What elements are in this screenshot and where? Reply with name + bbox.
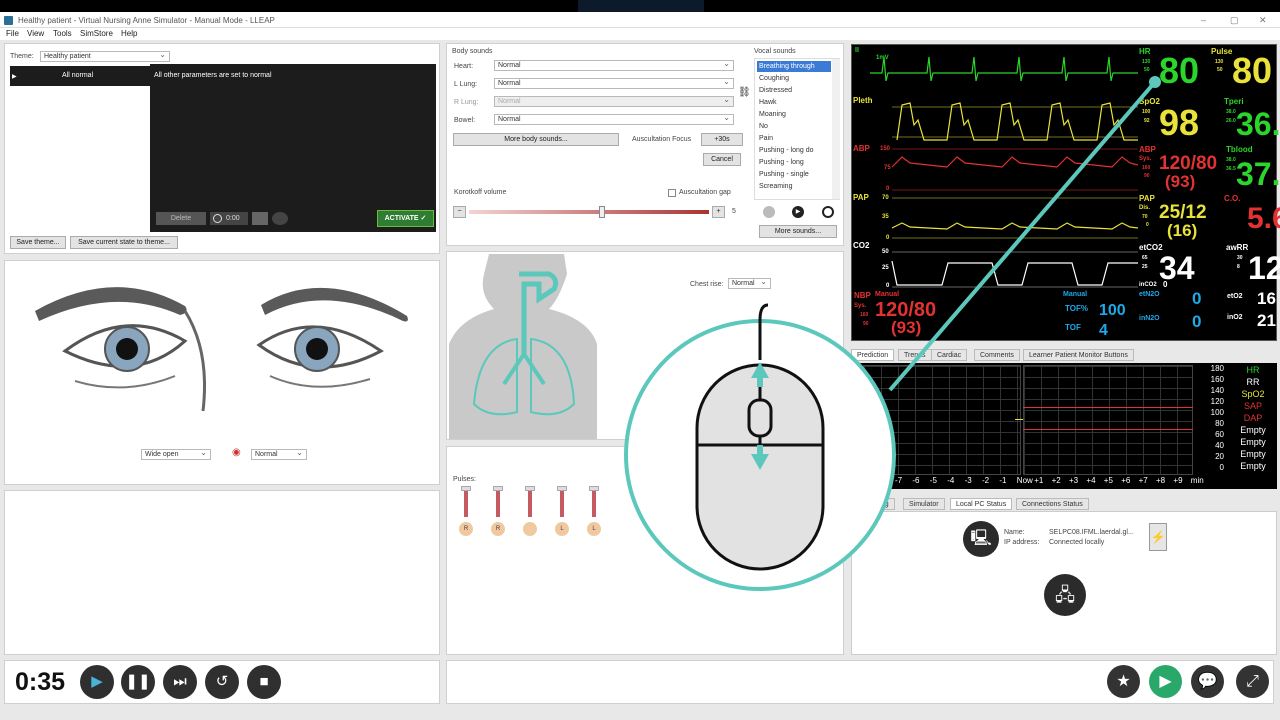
pulse-tube	[592, 487, 596, 517]
pulse-site-2[interactable]: R	[491, 522, 505, 536]
pulse-tube	[464, 487, 468, 517]
clock-icon[interactable]	[272, 212, 288, 225]
pulse-tube	[496, 487, 500, 517]
pulse-site-5[interactable]: L	[587, 522, 601, 536]
eyes-illustration[interactable]	[25, 271, 425, 421]
stopwatch-icon	[213, 214, 222, 223]
chat-button[interactable]: 💬	[1191, 665, 1224, 698]
fullscreen-icon: ⤢	[1246, 673, 1259, 690]
menu-file[interactable]: File	[6, 29, 19, 38]
theme-panel: Theme: Healthy patient All normal ▶ All …	[4, 43, 440, 254]
minimize-button[interactable]: –	[1201, 15, 1206, 25]
eye-pupil-icon: ◉	[232, 447, 241, 458]
theme-description: All other parameters are set to normal	[154, 72, 272, 79]
skip-icon: ⏭	[173, 673, 187, 690]
pulses-title: Pulses:	[453, 476, 476, 483]
pulse-site-1[interactable]: R	[459, 522, 473, 536]
skip-button[interactable]: ⏭	[163, 665, 197, 699]
more-body-sounds-button[interactable]: More body sounds...	[453, 133, 619, 146]
fullscreen-button[interactable]: ⤢	[1236, 665, 1269, 698]
eyes-open-select[interactable]: Wide open	[141, 448, 211, 460]
mouse-scroll-overlay	[624, 76, 1161, 591]
video-button[interactable]: ▶	[1149, 665, 1182, 698]
pulse-cap	[525, 486, 535, 491]
theme-list-item[interactable]: All normal	[10, 66, 150, 86]
pulse-label: Pulse	[1211, 47, 1233, 56]
theme-list	[10, 64, 150, 232]
vocal-sounds-title: Vocal sounds	[754, 48, 796, 55]
reset-icon: ↺	[215, 673, 229, 690]
theme-state-area: All normal ▶ All other parameters are se…	[10, 64, 436, 232]
stop-button[interactable]: ■	[247, 665, 281, 699]
l-lung-label: L Lung:	[454, 81, 478, 88]
korotkoff-label: Korotkoff volume	[454, 189, 507, 196]
reset-button[interactable]: ↺	[205, 665, 239, 699]
close-button[interactable]: ✕	[1259, 15, 1267, 26]
volume-down-button[interactable]: −	[453, 206, 466, 218]
delete-button[interactable]: Delete	[156, 212, 206, 225]
eyes-panel: Wide open ◉ Normal	[4, 260, 440, 485]
r-lung-label: R Lung:	[454, 99, 479, 106]
elapsed-time: 0:35	[15, 668, 66, 696]
star-button[interactable]: ★	[1107, 665, 1140, 698]
window-title: Healthy patient - Virtual Nursing Anne S…	[18, 16, 275, 25]
pulse-cap	[461, 486, 471, 491]
timer-option-button[interactable]	[252, 212, 268, 225]
chat-icon: 💬	[1197, 673, 1218, 690]
menu-help[interactable]: Help	[121, 29, 137, 38]
theme-label: Theme:	[10, 53, 34, 60]
menu-tools[interactable]: Tools	[53, 29, 72, 38]
title-bar: Healthy patient - Virtual Nursing Anne S…	[0, 12, 1280, 28]
torso-illustration[interactable]	[449, 254, 597, 439]
pulse-site-3[interactable]	[523, 522, 537, 536]
empty-panel	[4, 490, 440, 655]
expand-arrow-icon[interactable]: ▶	[12, 73, 17, 80]
heart-label: Heart:	[454, 63, 474, 70]
restore-button[interactable]: ▢	[1230, 15, 1239, 26]
play-icon: ▶	[91, 673, 103, 690]
menu-bar: File View Tools SimStore Help	[0, 28, 1280, 40]
pulse-tube	[560, 487, 564, 517]
menu-simstore[interactable]: SimStore	[80, 29, 113, 38]
save-theme-button[interactable]: Save theme...	[10, 236, 66, 249]
pulse-cap	[557, 486, 567, 491]
pause-button[interactable]: ❚❚	[121, 665, 155, 699]
pulse-site-4[interactable]: L	[555, 522, 569, 536]
app-icon	[4, 16, 13, 25]
ecg-lead-label: II	[855, 47, 859, 54]
pulse-tube	[528, 487, 532, 517]
menu-view[interactable]: View	[27, 29, 44, 38]
pause-icon: ❚❚	[125, 673, 151, 690]
save-current-state-button[interactable]: Save current state to theme...	[70, 236, 178, 249]
body-sounds-title: Body sounds	[452, 48, 493, 55]
play-button[interactable]: ▶	[80, 665, 114, 699]
activate-button[interactable]: ACTIVATE ✓	[377, 210, 434, 227]
star-icon: ★	[1116, 673, 1131, 690]
hr-label: HR	[1139, 47, 1151, 56]
pulse-cap	[589, 486, 599, 491]
pulse-cap	[493, 486, 503, 491]
theme-select[interactable]: Healthy patient	[40, 50, 170, 62]
bowel-label: Bowel:	[454, 117, 476, 124]
stop-icon: ■	[259, 673, 269, 690]
video-camera-icon: ▶	[1159, 673, 1172, 690]
pupil-select[interactable]: Normal	[251, 448, 307, 460]
